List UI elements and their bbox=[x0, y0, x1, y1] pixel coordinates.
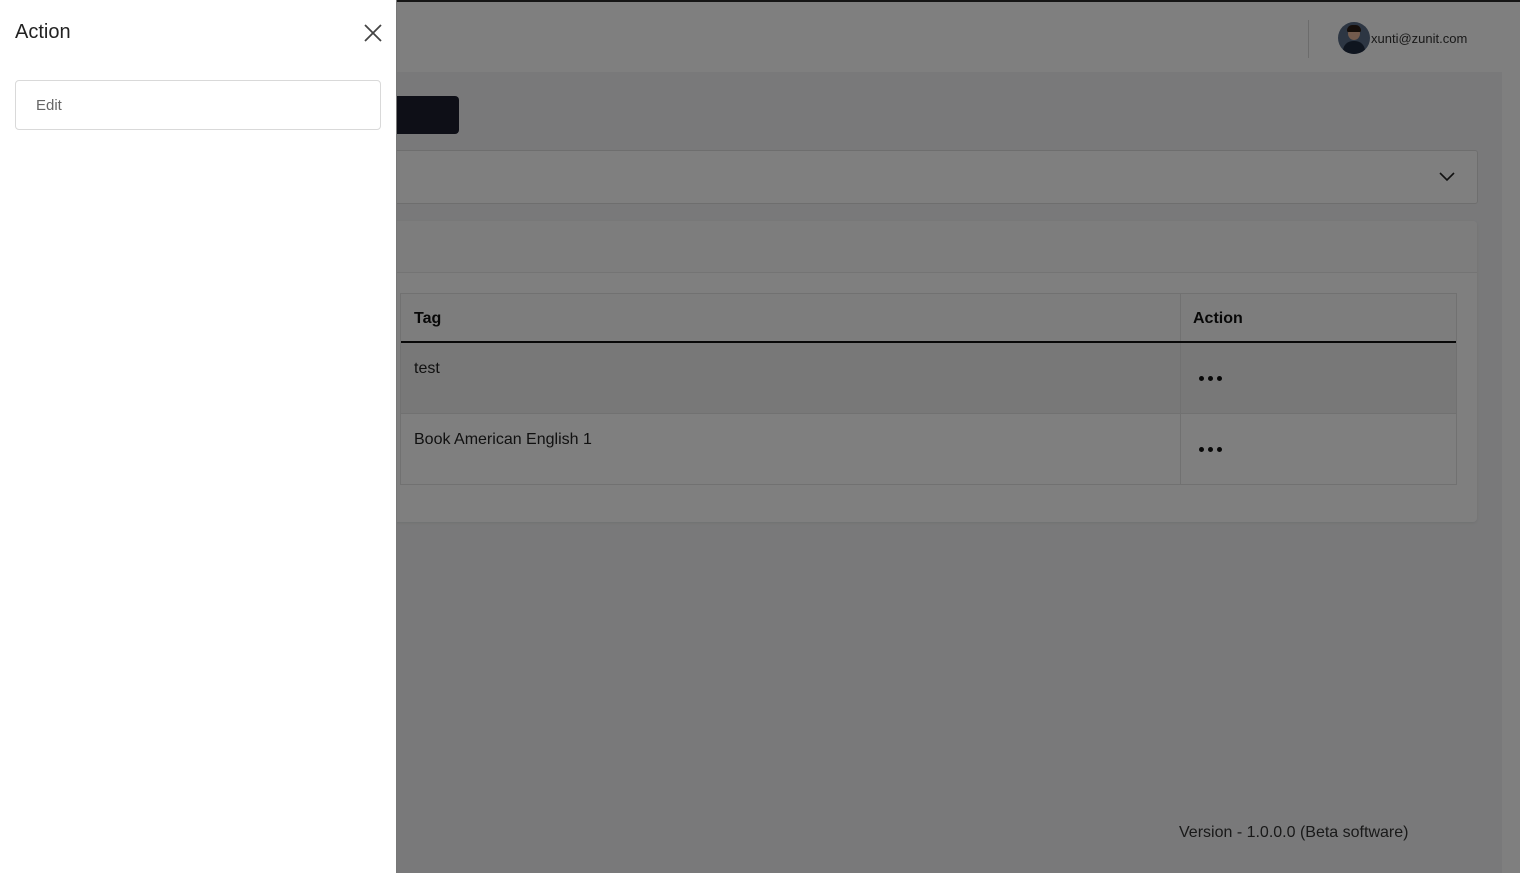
action-drawer: Action Edit bbox=[0, 0, 397, 873]
edit-menu-item-label: Edit bbox=[36, 97, 62, 114]
close-icon[interactable] bbox=[361, 21, 385, 45]
drawer-title: Action bbox=[15, 21, 71, 43]
edit-menu-item[interactable]: Edit bbox=[15, 80, 381, 130]
